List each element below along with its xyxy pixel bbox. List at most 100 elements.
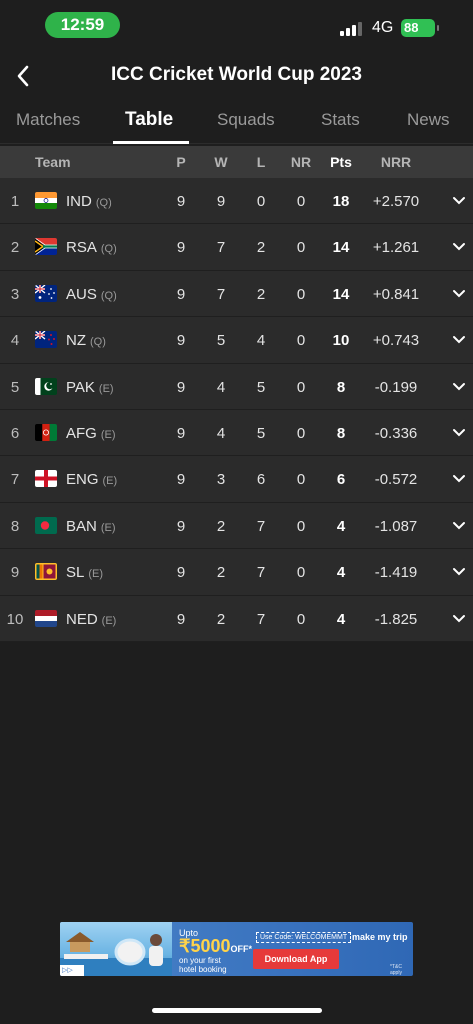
points: 6 [336, 471, 346, 489]
net-run-rate: -0.336 [374, 424, 418, 442]
team-name: AUS [66, 285, 97, 303]
column-lost: L [256, 154, 266, 170]
afghanistan-flag-icon [35, 423, 57, 441]
points: 4 [336, 517, 346, 535]
played: 9 [176, 285, 186, 303]
played: 9 [176, 517, 186, 535]
table-row[interactable]: 4 NZ (Q) 9 5 4 0 10 +0.743 [0, 317, 473, 364]
ad-amount: ₹5000 [179, 936, 231, 956]
played: 9 [176, 471, 186, 489]
column-team: Team [35, 154, 71, 170]
team-name: IND [66, 193, 92, 210]
chevron-down-icon[interactable] [452, 428, 466, 438]
won: 2 [216, 610, 226, 628]
ad-subtitle-2: hotel booking [179, 965, 227, 974]
battery-icon: 88 [401, 19, 439, 37]
page-title: ICC Cricket World Cup 2023 [111, 64, 362, 85]
chevron-down-icon[interactable] [452, 614, 466, 624]
chevron-down-icon[interactable] [452, 567, 466, 577]
tab-matches[interactable]: Matches [16, 110, 80, 130]
qualification-status: (E) [100, 428, 116, 441]
status-bar: 12:59 4G 88 [0, 0, 473, 50]
qualification-status: (E) [98, 382, 114, 395]
points: 8 [336, 424, 346, 442]
points: 14 [332, 285, 350, 303]
net-run-rate: -0.572 [374, 471, 418, 489]
tab-stats[interactable]: Stats [321, 110, 360, 130]
team-name: BAN [66, 517, 97, 535]
played: 9 [176, 610, 186, 628]
lost: 7 [256, 517, 266, 535]
column-played: P [176, 154, 186, 170]
points: 8 [336, 378, 346, 396]
table-row[interactable]: 8 BAN (E) 9 2 7 0 4 -1.087 [0, 502, 473, 550]
won: 5 [216, 332, 226, 350]
won: 7 [216, 239, 226, 257]
table-row[interactable]: 6 AFG (E) 9 4 5 0 8 -0.336 [0, 409, 473, 457]
chevron-down-icon[interactable] [452, 521, 466, 531]
played: 9 [176, 193, 186, 210]
table-row[interactable]: 3 AUS (Q) 9 7 2 0 14 +0.841 [0, 270, 473, 318]
qualification-status: (Q) [95, 197, 112, 209]
lost: 2 [256, 239, 266, 257]
net-run-rate: -1.825 [374, 610, 418, 628]
home-indicator[interactable] [152, 1008, 322, 1013]
lost: 7 [256, 610, 266, 628]
england-flag-icon [35, 470, 57, 488]
row-position: 3 [10, 285, 20, 303]
no-result: 0 [296, 471, 306, 489]
points: 4 [336, 564, 346, 582]
tab-news[interactable]: News [407, 110, 450, 130]
table-row[interactable]: 2 RSA (Q) 9 7 2 0 14 +1.261 [0, 224, 473, 271]
chevron-down-icon[interactable] [452, 382, 466, 392]
chevron-down-icon[interactable] [452, 474, 466, 484]
table-row[interactable]: 1 IND (Q) 9 9 0 0 18 +2.570 [0, 178, 473, 225]
row-position: 1 [10, 193, 20, 210]
battery-level: 88 [404, 20, 419, 35]
no-result: 0 [296, 378, 306, 396]
qualification-status: (E) [101, 614, 117, 627]
net-run-rate: +2.570 [372, 193, 420, 210]
no-result: 0 [296, 285, 306, 303]
network-type: 4G [372, 19, 394, 36]
qualification-status: (E) [88, 568, 104, 581]
tab-table[interactable]: Table [125, 109, 173, 131]
points: 14 [332, 239, 350, 257]
chevron-down-icon[interactable] [452, 242, 466, 252]
table-row[interactable]: 5 PAK (E) 9 4 5 0 8 -0.199 [0, 363, 473, 410]
chevron-down-icon[interactable] [452, 335, 466, 345]
table-row[interactable]: 9 SL (E) 9 2 7 0 4 -1.419 [0, 549, 473, 596]
app-header: ICC Cricket World Cup 2023 [0, 56, 473, 96]
download-app-button[interactable]: Download App [253, 949, 339, 969]
ad-banner[interactable]: Upto ₹5000OFF* on your first hotel bookin… [60, 922, 413, 976]
no-result: 0 [296, 193, 306, 210]
tab-squads[interactable]: Squads [217, 110, 275, 130]
tab-bar: Matches Table Squads Stats News [0, 100, 473, 144]
chevron-down-icon[interactable] [452, 196, 466, 206]
row-position: 10 [6, 610, 24, 628]
ad-brand-logo: make my trip [352, 932, 408, 942]
lost: 5 [256, 424, 266, 442]
active-tab-indicator [113, 141, 189, 144]
ad-terms: *T&C apply [390, 964, 402, 976]
team-name: SL [66, 564, 85, 582]
team-name: AFG [66, 424, 97, 442]
lost: 2 [256, 285, 266, 303]
chevron-down-icon[interactable] [452, 289, 466, 299]
no-result: 0 [296, 424, 306, 442]
net-run-rate: -1.419 [374, 564, 418, 582]
south-africa-flag-icon [35, 238, 57, 256]
bangladesh-flag-icon [35, 516, 57, 534]
qualification-status: (Q) [100, 243, 117, 256]
cellular-signal-icon [340, 22, 362, 36]
table-row[interactable]: 10 NED (E) 9 2 7 0 4 -1.825 [0, 595, 473, 642]
table-row[interactable]: 7 ENG (E) 9 3 6 0 6 -0.572 [0, 456, 473, 503]
played: 9 [176, 564, 186, 582]
column-points: Pts [330, 154, 352, 170]
net-run-rate: -0.199 [374, 378, 418, 396]
row-position: 8 [10, 517, 20, 535]
status-time: 12:59 [45, 12, 120, 38]
ad-choices-icon[interactable]: ▷▷ [60, 965, 84, 976]
row-position: 9 [10, 564, 20, 582]
team-name: PAK [66, 378, 95, 396]
